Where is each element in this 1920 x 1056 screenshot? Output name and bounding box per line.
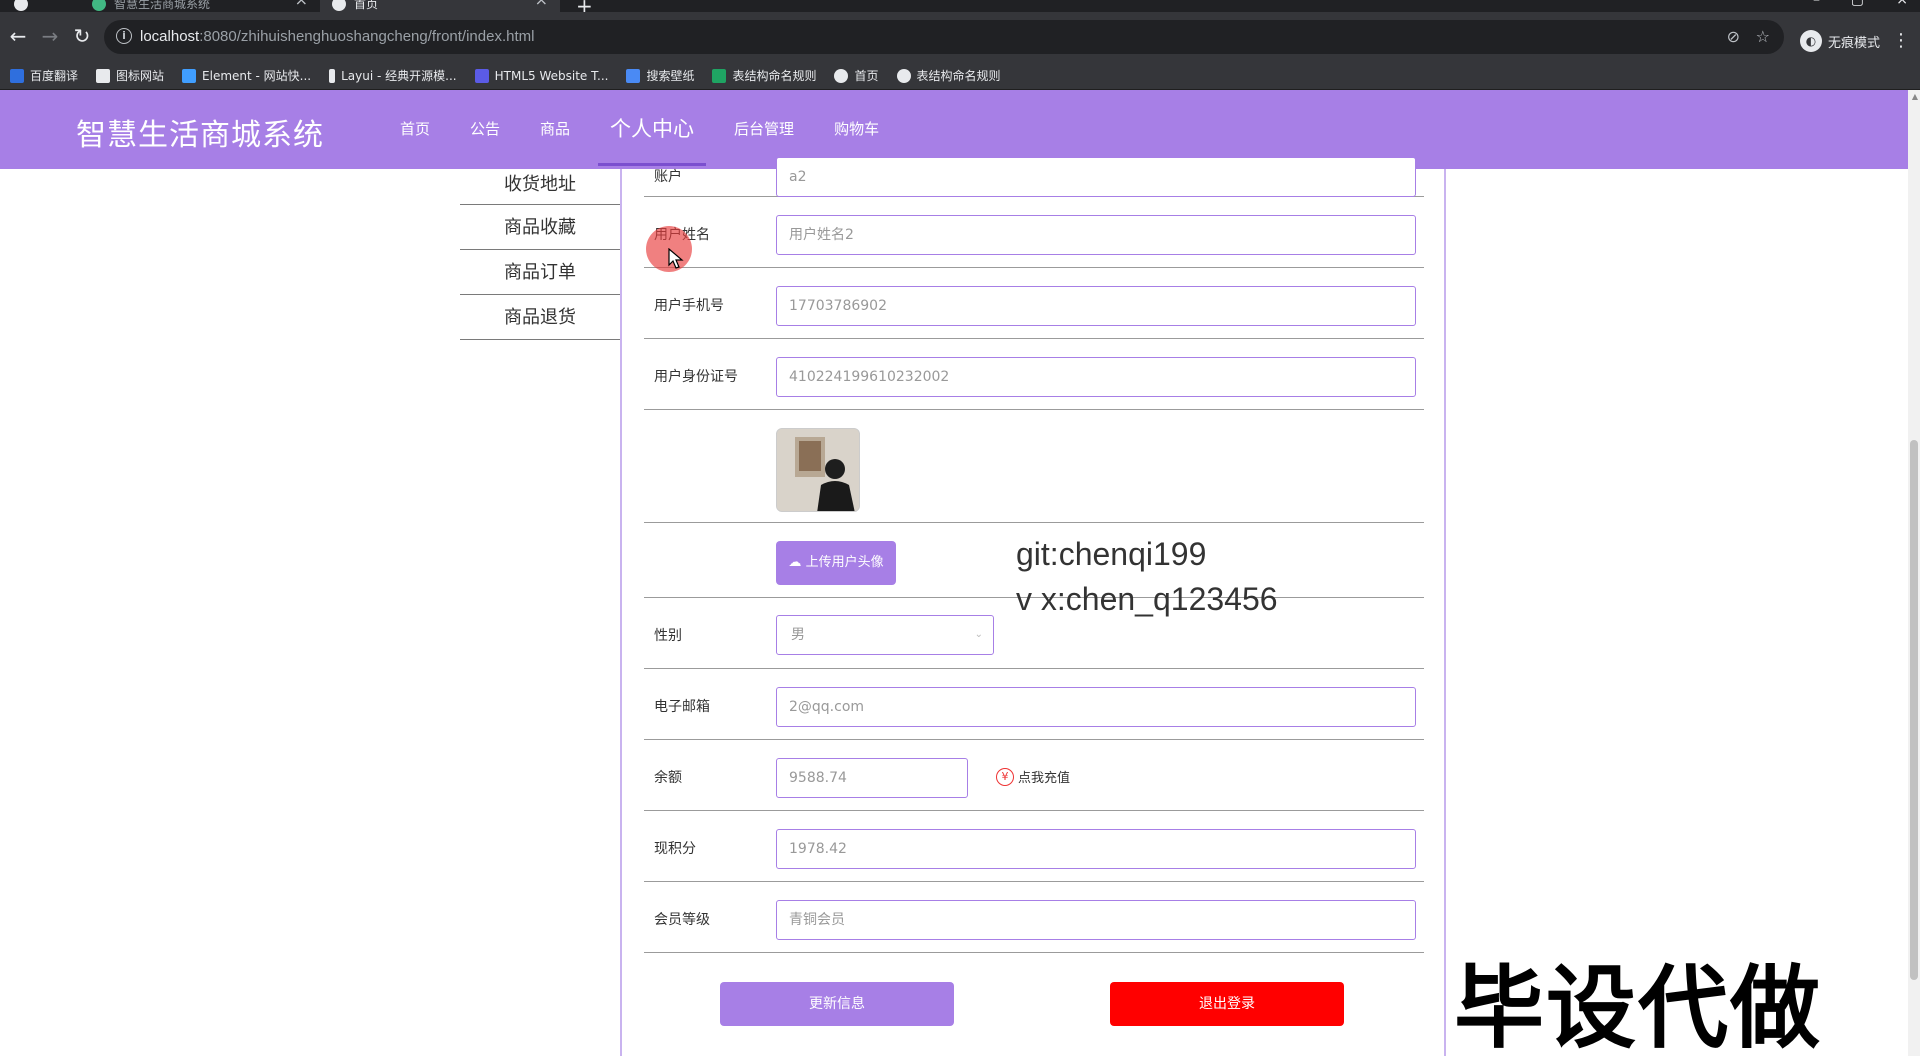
form-row-points: 现积分 1978.42 [644, 811, 1424, 882]
bookmark-item[interactable]: 表结构命名规则 [712, 67, 816, 84]
points-input[interactable]: 1978.42 [776, 829, 1416, 869]
flag-icon [96, 68, 111, 83]
bookmark-item[interactable]: HTML5 Website T... [474, 68, 608, 83]
yen-icon: ¥ [996, 767, 1014, 786]
nav-notice[interactable]: 公告 [450, 90, 520, 169]
html5-icon [474, 68, 489, 83]
back-arrow-icon[interactable]: ← [6, 24, 30, 48]
tab-title: 智慧生活商城系统 [114, 0, 211, 11]
idcard-input[interactable]: 410224199610232002 [776, 357, 1416, 397]
bookmark-item[interactable]: 百度翻译 [10, 67, 78, 84]
incognito-icon: ◐ [1799, 30, 1822, 52]
side-item-favorites[interactable]: 商品收藏 [460, 205, 620, 250]
globe-icon [896, 68, 911, 83]
wx-watermark-line: v x:chen_q123456 [1016, 581, 1278, 617]
reload-icon[interactable]: ↻ [70, 24, 94, 48]
form-row-level: 会员等级 青铜会员 [644, 882, 1424, 953]
chevron-down-icon: ⌄ [974, 629, 983, 640]
form-row-account: 账户 a2 [644, 139, 1424, 197]
nav-products[interactable]: 商品 [520, 90, 590, 169]
browser-toolbar: ← → ↻ i localhost:8080/zhihuishenghuosha… [0, 12, 1920, 62]
account-input[interactable]: a2 [776, 157, 1416, 197]
window-close-icon[interactable]: × [1896, 0, 1908, 8]
element-icon [182, 68, 197, 83]
close-icon[interactable]: × [295, 0, 308, 8]
mouse-cursor-icon [668, 248, 684, 269]
layui-icon [329, 68, 336, 83]
gender-select[interactable]: 男 ⌄ [776, 615, 994, 655]
side-menu: 收货地址 商品收藏 商品订单 商品退货 [460, 169, 620, 340]
email-label: 电子邮箱 [654, 699, 710, 715]
forward-arrow-icon[interactable]: → [38, 24, 62, 48]
phone-input[interactable]: 17703786902 [776, 286, 1416, 326]
tab-mall-system[interactable]: 智慧生活商城系统 × [80, 0, 320, 12]
level-label: 会员等级 [654, 912, 710, 928]
gender-label: 性别 [654, 628, 682, 644]
form-row-email: 电子邮箱 2@qq.com [644, 669, 1424, 740]
address-bar[interactable]: i localhost:8080/zhihuishenghuoshangchen… [104, 20, 1784, 54]
nav-home[interactable]: 首页 [380, 90, 450, 169]
email-input[interactable]: 2@qq.com [776, 687, 1416, 727]
bookmark-item[interactable]: 搜索壁纸 [626, 67, 694, 84]
side-item-orders[interactable]: 商品订单 [460, 250, 620, 295]
idcard-label: 用户身份证号 [654, 369, 738, 385]
bookmarks-bar: 百度翻译 图标网站 Element - 网站快... Layui - 经典开源模… [0, 62, 1920, 90]
form-row-name: 用户姓名 用户姓名2 [644, 197, 1424, 268]
level-input[interactable]: 青铜会员 [776, 900, 1416, 940]
logout-button[interactable]: 退出登录 [1110, 982, 1344, 1026]
scrollbar-thumb[interactable] [1910, 440, 1918, 980]
incognito-label: 无痕模式 [1827, 35, 1880, 51]
bookmark-item[interactable]: 表结构命名规则 [896, 67, 1001, 84]
star-icon[interactable]: ☆ [1756, 27, 1770, 46]
balance-input[interactable]: 9588.74 [776, 758, 968, 798]
bookmark-item[interactable]: Layui - 经典开源模... [329, 67, 457, 84]
contact-watermark: git:chenqi199 v x:chen_q123456 [1016, 532, 1278, 622]
incognito-indicator[interactable]: ◐ 无痕模式 [1799, 30, 1880, 52]
menu-kebab-icon[interactable]: ⋮ [1892, 30, 1910, 51]
form-row-idcard: 用户身份证号 410224199610232002 [644, 339, 1424, 410]
globe-icon [834, 68, 849, 83]
browser-tabstrip: 智慧生活商城系统 × 首页 × + – ▢ × [0, 0, 1920, 18]
site-title: 智慧生活商城系统 [76, 118, 324, 153]
phone-label: 用户手机号 [654, 298, 724, 314]
pinned-tabs[interactable] [0, 0, 80, 12]
account-label: 账户 [654, 169, 682, 185]
scroll-up-icon[interactable]: ▲ [1912, 92, 1918, 101]
recharge-link[interactable]: ¥ 点我充值 [996, 767, 1070, 786]
update-info-button[interactable]: 更新信息 [720, 982, 954, 1026]
balance-label: 余额 [654, 770, 682, 786]
close-icon[interactable]: × [535, 0, 548, 8]
tab-title: 首页 [354, 0, 379, 11]
vue-icon [92, 0, 106, 11]
chrome-icon [14, 0, 28, 11]
tab-home[interactable]: 首页 × [320, 0, 560, 12]
sheet-icon [712, 68, 727, 83]
form-row-phone: 用户手机号 17703786902 [644, 268, 1424, 339]
points-label: 现积分 [654, 841, 696, 857]
page-scrollbar[interactable]: ▲ [1908, 90, 1920, 1056]
avatar [776, 428, 860, 512]
url-text[interactable]: localhost:8080/zhihuishenghuoshangcheng/… [140, 28, 534, 45]
git-watermark-line: git:chenqi199 [1016, 536, 1207, 572]
avatar-photo [777, 429, 859, 511]
bookmark-item[interactable]: 首页 [834, 67, 879, 84]
side-item-returns[interactable]: 商品退货 [460, 295, 620, 340]
promo-watermark: 毕设代做 [1454, 956, 1822, 1056]
bookmark-item[interactable]: Element - 网站快... [182, 67, 311, 84]
page-viewport: 智慧生活商城系统 首页 公告 商品 个人中心 后台管理 购物车 收货地址 商品收… [0, 90, 1920, 1056]
cloud-upload-icon: ☁ [788, 555, 802, 570]
name-input[interactable]: 用户姓名2 [776, 215, 1416, 255]
site-info-icon[interactable]: i [116, 28, 132, 44]
translate-icon [10, 68, 24, 83]
globe-icon [332, 0, 346, 11]
restore-icon[interactable]: ▢ [1851, 0, 1864, 8]
wallpaper-icon [626, 68, 641, 83]
bookmark-item[interactable]: 图标网站 [96, 67, 164, 84]
side-item-address[interactable]: 收货地址 [460, 169, 620, 205]
form-row-balance: 余额 9588.74 ¥ 点我充值 [644, 740, 1424, 811]
form-row-avatar [644, 410, 1424, 523]
minimize-icon[interactable]: – [1813, 0, 1820, 8]
tracking-eye-icon[interactable]: ⊘ [1727, 27, 1740, 46]
upload-avatar-button[interactable]: ☁ 上传用户头像 [776, 541, 896, 585]
